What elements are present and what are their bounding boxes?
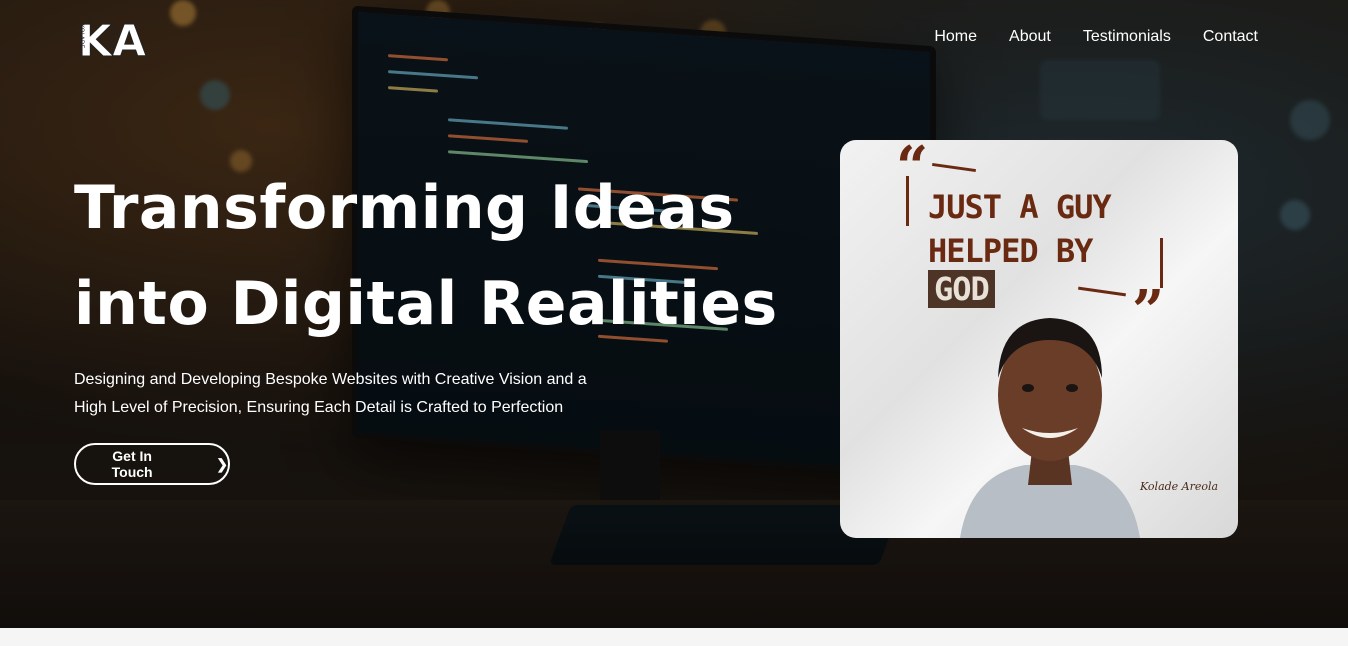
signature: Kolade Areola [1140,480,1219,493]
headline-line1: Transforming Ideas [74,173,735,243]
nav-home[interactable]: Home [934,28,977,46]
get-in-touch-button[interactable]: Get In Touch ❯ [74,443,230,485]
subtext-line1: Designing and Developing Bespoke Website… [74,371,587,388]
chevron-right-icon: ❯ [216,455,228,472]
nav-contact[interactable]: Contact [1203,28,1258,46]
nav-testimonials[interactable]: Testimonials [1083,28,1171,46]
next-section-edge [0,628,1348,646]
main-nav: Home About Testimonials Contact [934,28,1258,46]
nav-about[interactable]: About [1009,28,1051,46]
card-line [906,176,909,226]
portrait-photo [960,318,1140,538]
open-quote-icon: “ [896,140,929,200]
card-line [932,162,976,173]
card-line2-prefix: HELPED BY [928,232,1093,270]
hero-headline: Transforming Ideas into Digital Realitie… [74,160,794,352]
subtext-line2: High Level of Precision, Ensuring Each D… [74,399,564,416]
profile-card: “ JUST A GUY HELPED BY GOD ” Kolade Areo… [840,140,1238,538]
logo[interactable]: KA KOLADE AREOLA [76,16,148,60]
hero-subtext: Designing and Developing Bespoke Website… [74,366,594,422]
logo-small-left: KOLADE [78,24,85,49]
headline-line2: into Digital Realities [74,269,778,339]
logo-small-right: AREOLA [108,24,115,49]
card-line1: JUST A GUY [928,188,1112,226]
cta-label: Get In Touch [111,448,153,480]
